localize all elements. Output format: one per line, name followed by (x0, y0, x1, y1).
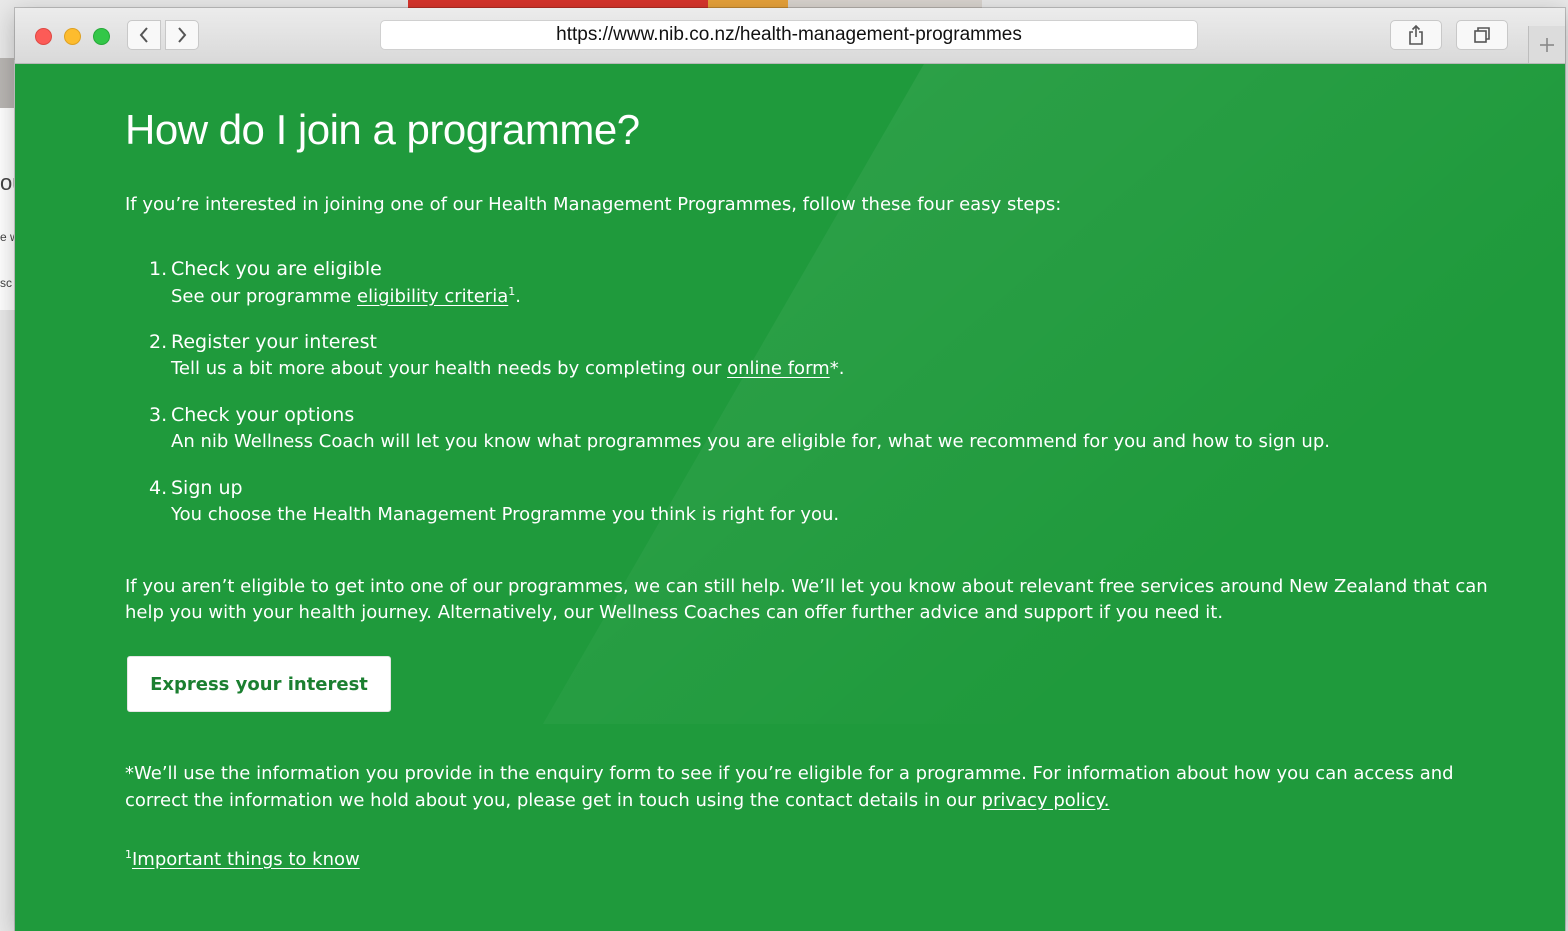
plus-icon (1540, 37, 1554, 52)
steps-list: 1. Check you are eligible See our progra… (145, 254, 1485, 546)
url-text: https://www.nib.co.nz/health-management-… (556, 24, 1022, 45)
back-button[interactable] (127, 20, 161, 50)
step-item: 3. Check your options An nib Wellness Co… (145, 400, 1485, 473)
background-text: ou (0, 170, 14, 195)
address-bar[interactable]: https://www.nib.co.nz/health-management-… (380, 20, 1198, 50)
new-tab-button[interactable] (1528, 26, 1565, 63)
chevron-right-icon (178, 27, 187, 43)
footnote-marker: 1 (125, 848, 132, 861)
page-content: How do I join a programme? If you’re int… (15, 64, 1565, 931)
privacy-policy-link[interactable]: privacy policy. (982, 790, 1110, 811)
step-title: Check you are eligible (171, 258, 382, 280)
privacy-disclaimer: *We’ll use the information you provide i… (125, 763, 1454, 811)
background-photo (0, 58, 14, 108)
maximize-window-button[interactable] (93, 28, 110, 45)
step-description: See our programme eligibility criteria1. (171, 285, 521, 307)
forward-button[interactable] (165, 20, 199, 50)
step-number: 1. (149, 258, 168, 280)
page-title: How do I join a programme? (125, 106, 640, 153)
step-title: Sign up (171, 477, 243, 499)
ineligible-note: If you aren’t eligible to get into one o… (125, 576, 1488, 623)
browser-toolbar: https://www.nib.co.nz/health-management-… (15, 8, 1565, 64)
step-number: 3. (149, 404, 168, 426)
step-description: Tell us a bit more about your health nee… (171, 358, 845, 379)
step-number: 4. (149, 477, 168, 499)
eligibility-criteria-link[interactable]: eligibility criteria (357, 286, 508, 307)
intro-text: If you’re interested in joining one of o… (125, 194, 1062, 215)
express-interest-button[interactable]: Express your interest (127, 656, 391, 712)
background-banner (408, 0, 982, 8)
step-item: 4. Sign up You choose the Health Managem… (145, 473, 1485, 546)
step-item: 1. Check you are eligible See our progra… (145, 254, 1485, 327)
share-button[interactable] (1390, 20, 1442, 50)
background-text: sc (0, 276, 12, 290)
step-title: Register your interest (171, 331, 377, 353)
chevron-left-icon (139, 27, 148, 43)
background-text: e w (0, 230, 14, 244)
close-window-button[interactable] (35, 28, 52, 45)
share-icon (1409, 24, 1423, 45)
minimize-window-button[interactable] (64, 28, 81, 45)
step-description: You choose the Health Management Program… (171, 504, 840, 525)
tabs-icon (1474, 27, 1490, 43)
online-form-link[interactable]: online form (727, 358, 830, 379)
show-tabs-button[interactable] (1456, 20, 1508, 50)
step-description: An nib Wellness Coach will let you know … (171, 431, 1330, 452)
important-things-link[interactable]: Important things to know (132, 849, 360, 870)
footnote: 1Important things to know (125, 848, 360, 870)
step-title: Check your options (171, 404, 355, 426)
step-number: 2. (149, 331, 168, 353)
browser-window: https://www.nib.co.nz/health-management-… (15, 8, 1565, 931)
step-item: 2. Register your interest Tell us a bit … (145, 327, 1485, 400)
